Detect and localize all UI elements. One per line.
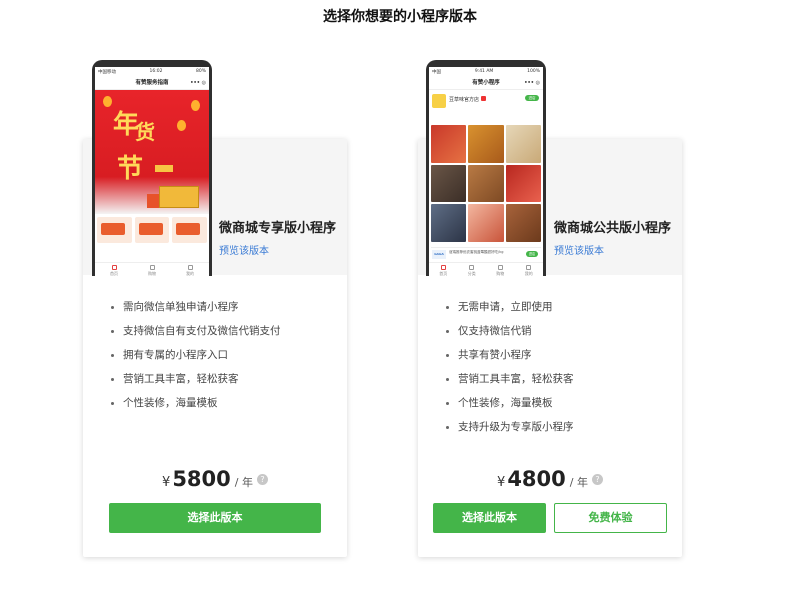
product-thumb bbox=[505, 204, 541, 242]
battery-label: 100% bbox=[527, 69, 540, 74]
feature-item: 个性装修，海量模板 bbox=[109, 391, 281, 415]
status-time: 16:02 bbox=[149, 69, 163, 74]
product-thumb bbox=[172, 217, 208, 243]
product-thumb bbox=[505, 164, 541, 203]
user-icon bbox=[526, 265, 532, 270]
tab-profile: 我的 bbox=[515, 263, 544, 276]
feature-item: 共享有赞小程序 bbox=[444, 343, 574, 367]
feature-item: 需向微信单独申请小程序 bbox=[109, 295, 281, 319]
status-bar: 中国 9:41 AM 100% bbox=[429, 67, 543, 76]
price-unit: / 年 bbox=[569, 476, 588, 489]
feature-item: 拥有专属的小程序入口 bbox=[109, 343, 281, 367]
shop-badge bbox=[481, 96, 486, 101]
product-thumb bbox=[134, 217, 170, 243]
plan-card-body: 无需申请，立即使用 仅支持微信代销 共享有赞小程序 营销工具丰富，轻松获客 个性… bbox=[418, 275, 682, 557]
user-icon bbox=[187, 265, 193, 270]
banner-char: 节 bbox=[117, 154, 144, 184]
lantern-icon bbox=[103, 96, 112, 107]
product-thumb bbox=[431, 204, 467, 242]
banner-char: 货 bbox=[135, 120, 155, 144]
free-trial-button[interactable]: 免费体验 bbox=[554, 503, 667, 533]
product-thumb bbox=[468, 125, 504, 163]
price-unit: / 年 bbox=[234, 476, 253, 489]
enter-shop-button: 进店 bbox=[525, 95, 539, 101]
home-icon bbox=[111, 265, 117, 270]
nav-title: 有赞服务指南 bbox=[135, 80, 169, 86]
product-thumb bbox=[97, 217, 132, 243]
promo-button: 进店 bbox=[526, 251, 538, 257]
shop-logo bbox=[432, 94, 446, 108]
product-thumb bbox=[431, 125, 467, 163]
mini-program-nav: 有赞小程序 ••• ◎ bbox=[429, 76, 543, 90]
select-version-button[interactable]: 选择此版本 bbox=[433, 503, 546, 533]
carrier-label: 中国 bbox=[432, 69, 441, 75]
brand-logo: GAGA bbox=[432, 250, 446, 259]
nav-title: 有赞小程序 bbox=[472, 80, 500, 86]
feature-list: 无需申请，立即使用 仅支持微信代销 共享有赞小程序 营销工具丰富，轻松获客 个性… bbox=[444, 295, 574, 439]
promo-text: 谊瑞推荐优农蜜桃蓝莓酸甜好吃/kg bbox=[449, 250, 504, 254]
feature-item: 个性装修，海量模板 bbox=[444, 391, 574, 415]
shop-header: 豆草味官方店 进店 bbox=[429, 90, 543, 114]
price-row: ¥4800/ 年? bbox=[418, 467, 682, 491]
plan-name: 微商城公共版小程序 bbox=[554, 221, 672, 236]
promo-bar: GAGA 谊瑞推荐优农蜜桃蓝莓酸甜好吃/kg 进店 bbox=[431, 247, 541, 261]
product-image bbox=[159, 186, 199, 208]
tab-profile: 我的 bbox=[171, 263, 209, 276]
plan-card-body: 需向微信单独申请小程序 支持微信自有支付及微信代销支付 拥有专属的小程序入口 营… bbox=[83, 275, 347, 557]
currency-symbol: ¥ bbox=[162, 475, 171, 490]
lantern-icon bbox=[191, 100, 200, 111]
phone-tabbar: 首页 购物 我的 bbox=[95, 262, 209, 276]
product-thumb bbox=[468, 164, 504, 203]
home-icon bbox=[440, 265, 446, 270]
cart-icon bbox=[149, 265, 155, 270]
feature-item: 支持升级为专享版小程序 bbox=[444, 415, 574, 439]
shop-stats bbox=[432, 117, 540, 123]
product-row bbox=[97, 217, 208, 247]
phone-screen: 中国移动 16:02 80% 有赞服务指南 ••• ◎ 年 货 节 首页 购物 bbox=[95, 67, 209, 276]
feature-item: 支持微信自有支付及微信代销支付 bbox=[109, 319, 281, 343]
feature-list: 需向微信单独申请小程序 支持微信自有支付及微信代销支付 拥有专属的小程序入口 营… bbox=[109, 295, 281, 415]
feature-item: 营销工具丰富，轻松获客 bbox=[109, 367, 281, 391]
product-grid bbox=[431, 125, 541, 242]
new-year-banner: 年 货 节 bbox=[95, 90, 209, 214]
currency-symbol: ¥ bbox=[497, 475, 506, 490]
phone-mockup-public: 中国 9:41 AM 100% 有赞小程序 ••• ◎ 豆草味官方店 进店 GA… bbox=[426, 60, 546, 276]
phone-screen: 中国 9:41 AM 100% 有赞小程序 ••• ◎ 豆草味官方店 进店 GA… bbox=[429, 67, 543, 276]
capsule-menu-icon: ••• ◎ bbox=[524, 80, 540, 86]
tab-category: 分类 bbox=[458, 263, 487, 276]
product-thumb bbox=[431, 164, 467, 203]
lantern-icon bbox=[177, 120, 186, 131]
price-row: ¥5800/ 年? bbox=[83, 467, 347, 491]
carrier-label: 中国移动 bbox=[98, 69, 116, 75]
question-icon[interactable]: ? bbox=[256, 474, 268, 485]
feature-item: 营销工具丰富，轻松获客 bbox=[444, 367, 574, 391]
tab-cart: 购物 bbox=[133, 263, 171, 276]
preview-link[interactable]: 预览该版本 bbox=[219, 242, 269, 257]
preview-link[interactable]: 预览该版本 bbox=[554, 242, 604, 257]
tab-cart: 购物 bbox=[486, 263, 515, 276]
select-version-button[interactable]: 选择此版本 bbox=[109, 503, 321, 533]
product-thumb bbox=[468, 204, 504, 242]
mini-program-nav: 有赞服务指南 ••• ◎ bbox=[95, 76, 209, 90]
price-value: 5800 bbox=[172, 467, 231, 491]
question-icon[interactable]: ? bbox=[591, 474, 603, 485]
page-title: 选择你想要的小程序版本 bbox=[323, 9, 477, 25]
category-icon bbox=[469, 265, 475, 270]
cart-icon bbox=[497, 265, 503, 270]
tab-home: 首页 bbox=[95, 263, 133, 276]
phone-tabbar: 首页 分类 购物 我的 bbox=[429, 262, 543, 276]
capsule-menu-icon: ••• ◎ bbox=[190, 80, 206, 86]
feature-item: 无需申请，立即使用 bbox=[444, 295, 574, 319]
battery-label: 80% bbox=[195, 69, 206, 74]
price-value: 4800 bbox=[507, 467, 566, 491]
status-time: 9:41 AM bbox=[474, 69, 494, 74]
plan-name: 微商城专享版小程序 bbox=[219, 221, 337, 236]
product-thumb bbox=[505, 125, 541, 163]
gift-tag bbox=[155, 165, 173, 172]
tab-home: 首页 bbox=[429, 263, 458, 276]
shop-name: 豆草味官方店 bbox=[449, 97, 480, 103]
feature-item: 仅支持微信代销 bbox=[444, 319, 574, 343]
status-bar: 中国移动 16:02 80% bbox=[95, 67, 209, 76]
phone-mockup-exclusive: 中国移动 16:02 80% 有赞服务指南 ••• ◎ 年 货 节 首页 购物 bbox=[92, 60, 212, 276]
